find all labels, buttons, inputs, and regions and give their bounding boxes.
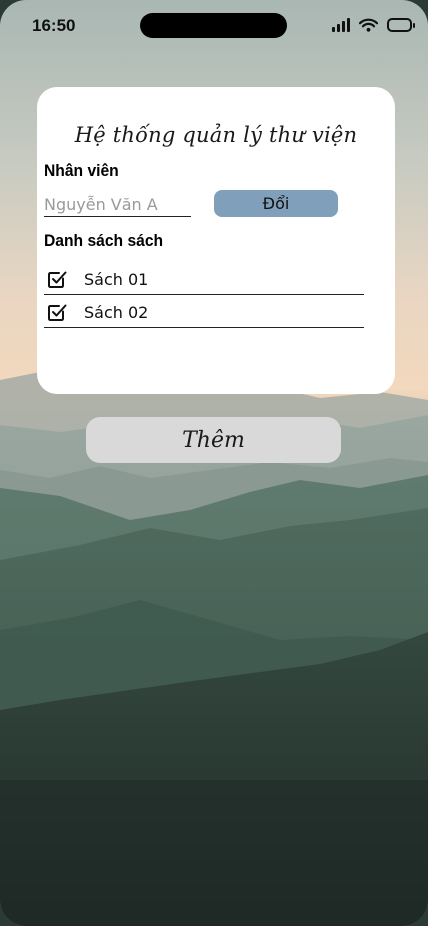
status-icons: [332, 14, 415, 36]
book-list-label: Danh sách sách: [44, 231, 164, 250]
add-button[interactable]: Thêm: [86, 417, 341, 463]
employee-name-input[interactable]: [44, 192, 191, 217]
checkbox-checked-icon[interactable]: [46, 268, 68, 290]
status-bar: 16:50: [0, 0, 428, 52]
checkbox-checked-icon[interactable]: [46, 301, 68, 323]
wifi-icon: [359, 18, 378, 32]
battery-icon: [387, 18, 415, 32]
book-list-item[interactable]: Sách 01: [44, 262, 364, 295]
book-name: Sách 02: [84, 303, 149, 322]
dynamic-island: [140, 13, 287, 38]
status-time: 16:50: [32, 16, 76, 35]
book-list-item[interactable]: Sách 02: [44, 295, 364, 328]
cellular-signal-icon: [332, 18, 350, 32]
library-card: Hệ thống quản lý thư viện Nhân viên Đổi …: [37, 87, 395, 394]
change-button[interactable]: Đổi: [214, 190, 338, 217]
app-title: Hệ thống quản lý thư viện: [74, 123, 358, 147]
employee-label: Nhân viên: [44, 161, 119, 180]
phone-screen: 16:50 Hệ thống quản lý thư viện Nhân viê…: [0, 0, 428, 926]
book-name: Sách 01: [84, 270, 149, 289]
